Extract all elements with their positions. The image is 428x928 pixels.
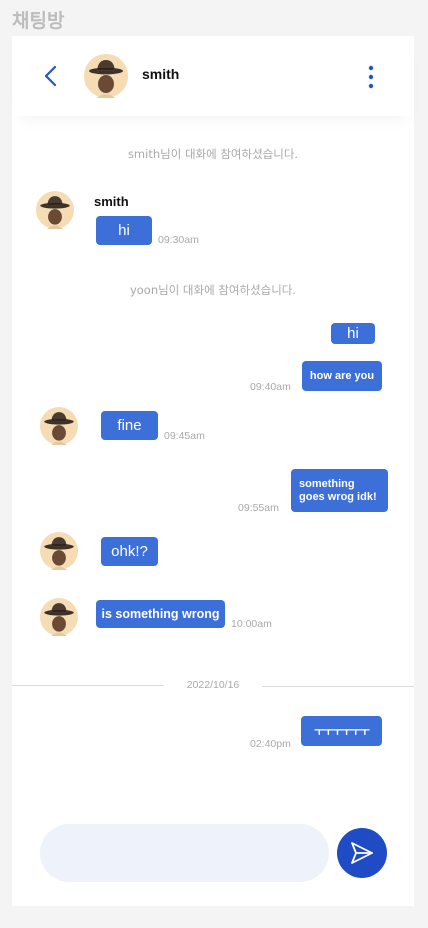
sender-avatar[interactable] bbox=[40, 407, 78, 445]
header-contact-name: smith bbox=[142, 66, 180, 82]
incoming-message-bubble[interactable]: hi bbox=[96, 216, 152, 245]
system-message: smith님이 대화에 참여하셨습니다. bbox=[127, 147, 299, 161]
incoming-message-bubble[interactable]: ohk!? bbox=[101, 537, 158, 566]
message-input[interactable] bbox=[40, 824, 329, 882]
sender-avatar[interactable] bbox=[40, 532, 78, 570]
back-button[interactable] bbox=[40, 64, 62, 88]
chat-frame: smith smith님이 대화에 참여하셨습니다. smith hi 09:3… bbox=[12, 36, 414, 906]
system-message: yoon님이 대화에 참여하셨습니다. bbox=[129, 283, 297, 297]
outgoing-message-bubble[interactable]: hi bbox=[331, 323, 375, 344]
date-divider-label: 2022/10/16 bbox=[186, 679, 240, 691]
sender-avatar[interactable] bbox=[36, 191, 74, 229]
page-label: 채팅방 bbox=[12, 10, 65, 32]
message-time: 09:55am bbox=[238, 502, 279, 514]
message-time: 09:30am bbox=[158, 234, 199, 246]
date-divider-line bbox=[262, 686, 414, 687]
sender-avatar[interactable] bbox=[40, 598, 78, 636]
message-time: 02:40pm bbox=[250, 738, 291, 750]
more-options-icon[interactable] bbox=[364, 64, 378, 90]
outgoing-message-bubble[interactable]: ㅜㅜㅜㅜㅜㅜ bbox=[301, 716, 382, 746]
sender-name: smith bbox=[94, 194, 129, 209]
send-icon bbox=[351, 842, 373, 864]
outgoing-message-bubble[interactable]: something goes wrog idk! bbox=[291, 469, 388, 512]
chat-header: smith bbox=[12, 36, 414, 116]
header-avatar[interactable] bbox=[84, 54, 128, 98]
incoming-message-bubble[interactable]: fine bbox=[101, 411, 158, 440]
incoming-message-bubble[interactable]: is something wrong bbox=[96, 600, 225, 628]
message-time: 09:40am bbox=[250, 381, 291, 393]
message-time: 10:00am bbox=[231, 618, 272, 630]
message-time: 09:45am bbox=[164, 430, 205, 442]
outgoing-message-bubble[interactable]: how are you bbox=[302, 361, 382, 391]
send-button[interactable] bbox=[337, 828, 387, 878]
